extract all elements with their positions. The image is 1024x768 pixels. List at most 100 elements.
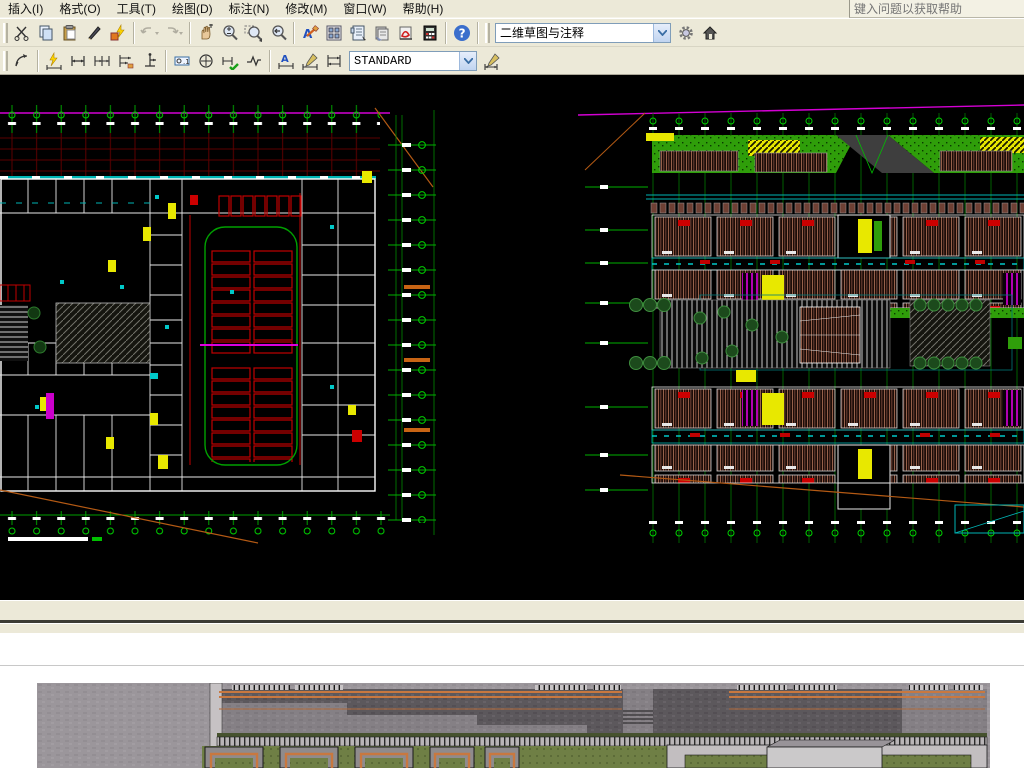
continue-dimension-icon (93, 52, 111, 70)
dimension-space-button[interactable] (322, 49, 346, 73)
cut-icon (13, 24, 31, 42)
layout-tab-strip[interactable] (0, 623, 1024, 633)
dimension-edit-icon (301, 52, 319, 70)
command-line[interactable] (0, 633, 1024, 665)
menu-insert[interactable]: 插入(I) (0, 0, 51, 18)
menu-dimension[interactable]: 标注(N) (221, 0, 278, 18)
toolbar-separator (477, 22, 479, 44)
ordinate-dimension-icon (141, 52, 159, 70)
workspace-combo-value: 二维草图与注释 (496, 24, 653, 41)
center-mark-icon (197, 52, 215, 70)
jogged-dimension-button[interactable] (242, 49, 266, 73)
tolerance-icon: .1 (173, 52, 191, 70)
menu-tools[interactable]: 工具(T) (109, 0, 164, 18)
zoom-window-button[interactable] (242, 21, 266, 45)
menu-format[interactable]: 格式(O) (51, 0, 108, 18)
arc-length-dimension-button[interactable] (10, 49, 34, 73)
zoom-realtime-icon (221, 24, 239, 42)
linear-dimension-button[interactable] (66, 49, 90, 73)
copy-button[interactable] (34, 21, 58, 45)
dimension-style-button[interactable] (480, 49, 504, 73)
dim-style-combo-value: STANDARD (350, 54, 459, 68)
dimension-update-icon (221, 52, 239, 70)
match-pen-icon (85, 24, 103, 42)
zoom-previous-button[interactable] (266, 21, 290, 45)
chevron-down-icon[interactable] (459, 52, 476, 70)
dimension-space-icon (325, 52, 343, 70)
menu-window[interactable]: 窗口(W) (335, 0, 394, 18)
copy-icon (37, 24, 55, 42)
menu-bar: 插入(I) 格式(O) 工具(T) 绘图(D) 标注(N) 修改(M) 窗口(W… (0, 0, 1024, 18)
toolbar-grip[interactable] (3, 51, 8, 71)
properties-button[interactable]: A (298, 21, 322, 45)
parking-zone (190, 193, 302, 465)
dimension-update-button[interactable] (218, 49, 242, 73)
paste-icon (61, 24, 79, 42)
help-search-input[interactable] (850, 1, 1024, 17)
svg-text:?: ? (459, 26, 466, 40)
tool-palettes-button[interactable] (346, 21, 370, 45)
infocenter-search (849, 0, 1024, 18)
redo-icon (163, 24, 185, 42)
toolbar-separator (165, 50, 167, 72)
linear-dimension-icon (69, 52, 87, 70)
pan-button[interactable] (194, 21, 218, 45)
svg-text:A: A (281, 54, 289, 65)
horizontal-scrollbar[interactable] (0, 600, 1024, 620)
floor-plan-right (578, 105, 1024, 543)
dimension-toolbar: .1 A STANDARD (0, 47, 1024, 75)
tolerance-button[interactable]: .1 (170, 49, 194, 73)
ordinate-dimension-button[interactable] (138, 49, 162, 73)
zoom-previous-icon (269, 24, 287, 42)
toolbar-separator (445, 22, 447, 44)
drawing-area[interactable] (0, 75, 1024, 600)
rendering-preview-image (37, 683, 990, 768)
baseline-dimension-button[interactable] (114, 49, 138, 73)
workspace-settings-button[interactable] (674, 21, 698, 45)
workspace-combo[interactable]: 二维草图与注释 (495, 23, 671, 43)
standard-toolbar: A ? 二维草图与注释 (0, 18, 1024, 47)
quickcalc-button[interactable] (418, 21, 442, 45)
dimension-text-edit-icon: A (277, 52, 295, 70)
floor-plan-left (0, 105, 436, 543)
dim-style-combo[interactable]: STANDARD (349, 51, 477, 71)
toolbar-grip[interactable] (485, 23, 490, 43)
autocad-window: 插入(I) 格式(O) 工具(T) 绘图(D) 标注(N) 修改(M) 窗口(W… (0, 0, 1024, 768)
zoom-window-icon (244, 24, 264, 42)
my-workspace-button[interactable] (698, 21, 722, 45)
tool-palettes-icon (349, 24, 367, 42)
redo-button[interactable] (162, 21, 186, 45)
zoom-realtime-button[interactable] (218, 21, 242, 45)
baseline-dimension-icon (117, 52, 135, 70)
menu-modify[interactable]: 修改(M) (277, 0, 335, 18)
dimension-edit-button[interactable] (298, 49, 322, 73)
menu-draw[interactable]: 绘图(D) (164, 0, 221, 18)
markup-set-manager-button[interactable] (394, 21, 418, 45)
designcenter-button[interactable] (322, 21, 346, 45)
undo-icon (139, 24, 161, 42)
help-icon: ? (453, 24, 471, 42)
dimension-text-edit-button[interactable]: A (274, 49, 298, 73)
help-button[interactable]: ? (450, 21, 474, 45)
designcenter-icon (325, 24, 343, 42)
center-mark-button[interactable] (194, 49, 218, 73)
match-properties-button[interactable] (106, 21, 130, 45)
menu-help[interactable]: 帮助(H) (395, 0, 452, 18)
match-properties-icon (109, 24, 127, 42)
continue-dimension-button[interactable] (90, 49, 114, 73)
markup-set-manager-icon (397, 24, 415, 42)
toolbar-separator (293, 22, 295, 44)
sheet-set-manager-icon (373, 24, 391, 42)
toolbar-grip[interactable] (3, 23, 8, 43)
paste-button[interactable] (58, 21, 82, 45)
sheet-set-manager-button[interactable] (370, 21, 394, 45)
arc-length-dimension-icon (13, 52, 31, 70)
undo-button[interactable] (138, 21, 162, 45)
quick-dimension-button[interactable] (42, 49, 66, 73)
cut-button[interactable] (10, 21, 34, 45)
preview-section (0, 666, 1024, 768)
pen-button[interactable] (82, 21, 106, 45)
chevron-down-icon[interactable] (653, 24, 670, 42)
pan-icon (197, 24, 215, 42)
quickcalc-icon (421, 24, 439, 42)
